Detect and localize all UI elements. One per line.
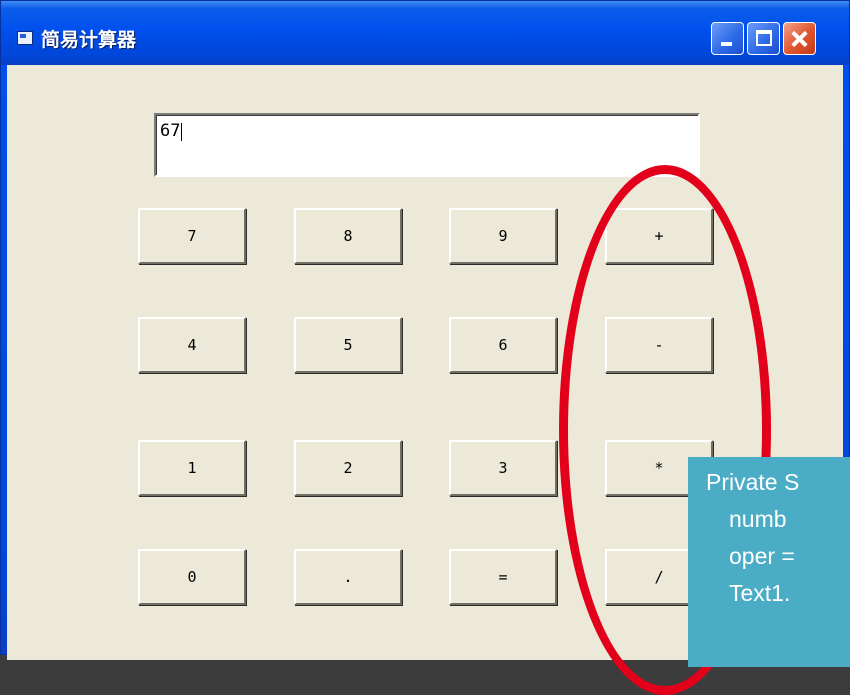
code-line: Private S (706, 469, 800, 495)
close-button[interactable] (783, 22, 816, 55)
minimize-icon (721, 42, 732, 46)
add-button[interactable]: + (605, 208, 713, 264)
digit-3-button[interactable]: 3 (449, 440, 557, 496)
subtract-button[interactable]: - (605, 317, 713, 373)
equals-button[interactable]: = (449, 549, 557, 605)
code-line: numb (729, 506, 787, 532)
app-window-icon (17, 31, 33, 45)
digit-9-button[interactable]: 9 (449, 208, 557, 264)
decimal-point-button[interactable]: . (294, 549, 402, 605)
code-callout: Private S numb oper = Text1. (688, 457, 850, 667)
digit-0-button[interactable]: 0 (138, 549, 246, 605)
digit-2-button[interactable]: 2 (294, 440, 402, 496)
code-line: oper = (729, 543, 795, 569)
digit-7-button[interactable]: 7 (138, 208, 246, 264)
code-line: Text1. (729, 580, 791, 606)
window-title: 简易计算器 (41, 29, 137, 51)
digit-5-button[interactable]: 5 (294, 317, 402, 373)
title-bar[interactable]: 简易计算器 (1, 1, 849, 65)
close-icon (784, 23, 815, 54)
display-value: 67 (160, 121, 181, 141)
maximize-button[interactable] (747, 22, 780, 55)
text-caret (181, 123, 183, 141)
digit-8-button[interactable]: 8 (294, 208, 402, 264)
digit-6-button[interactable]: 6 (449, 317, 557, 373)
minimize-button[interactable] (711, 22, 744, 55)
result-display-input[interactable]: 67 (154, 113, 700, 177)
digit-4-button[interactable]: 4 (138, 317, 246, 373)
maximize-icon (756, 30, 772, 46)
digit-1-button[interactable]: 1 (138, 440, 246, 496)
